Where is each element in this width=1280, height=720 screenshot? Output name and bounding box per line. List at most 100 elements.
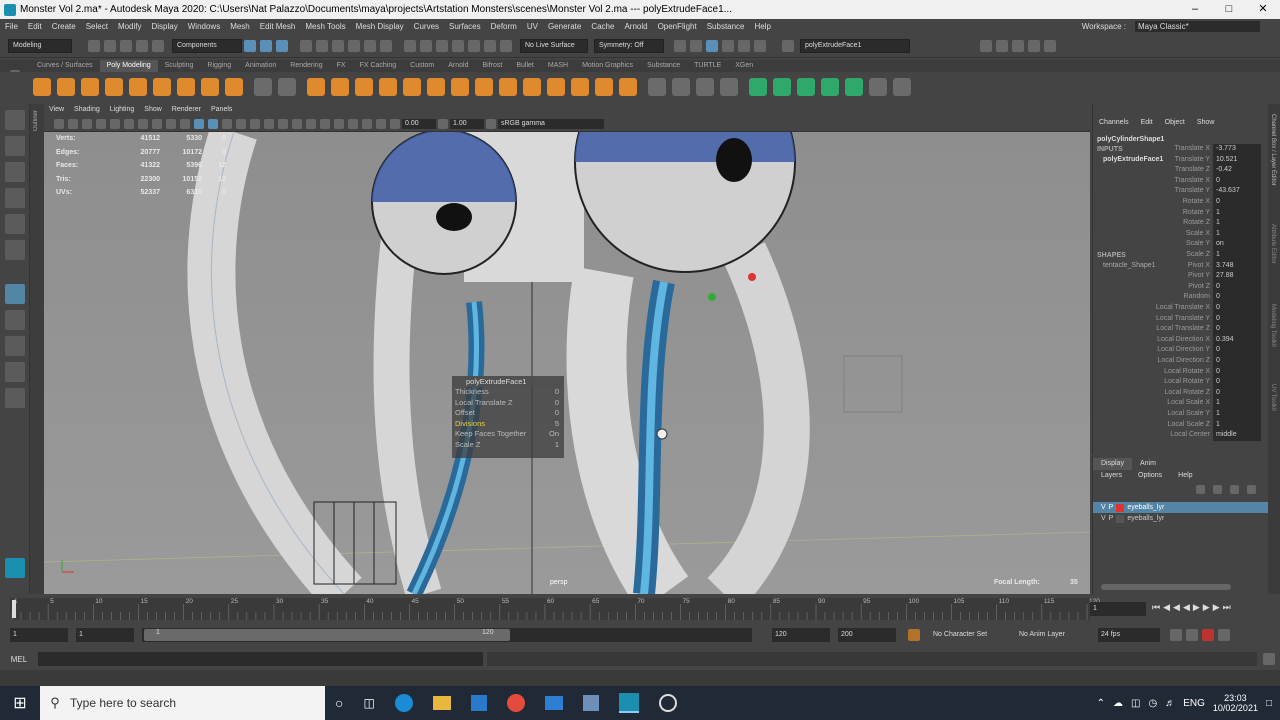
rotate-tool-icon[interactable] <box>5 214 25 234</box>
mail-icon[interactable] <box>544 696 563 710</box>
snap-point-icon[interactable] <box>332 39 344 52</box>
gear-icon[interactable] <box>996 39 1008 52</box>
channel-value[interactable]: -0.42 <box>1213 165 1261 176</box>
step-forward-frame-icon[interactable]: ▶ <box>1203 602 1210 613</box>
task-view-icon[interactable]: ◫ <box>363 696 374 710</box>
color-management-icon[interactable] <box>486 118 496 129</box>
move-layer-down-icon[interactable] <box>1213 484 1222 494</box>
channel-box-toggle-icon[interactable] <box>706 39 718 52</box>
windows-start-icon[interactable]: ⊞ <box>0 693 40 713</box>
lock-icon[interactable] <box>380 39 392 52</box>
new-layer-selected-icon[interactable] <box>1247 484 1256 494</box>
merge-icon[interactable] <box>571 78 589 96</box>
minimize-button[interactable]: – <box>1178 0 1212 19</box>
undo-icon[interactable] <box>136 39 148 52</box>
range-slider[interactable]: 1 120 <box>142 628 752 642</box>
tray-language[interactable]: ENG <box>1183 698 1205 709</box>
manipulator-center-handle[interactable] <box>656 428 668 440</box>
ambient-occlusion-icon[interactable] <box>278 118 288 129</box>
lights-icon[interactable] <box>250 118 260 129</box>
channel-value[interactable]: 0 <box>1213 387 1261 399</box>
sew-uv-icon[interactable] <box>893 78 911 96</box>
cut-uv-icon[interactable] <box>869 78 887 96</box>
attr-value[interactable]: On <box>549 429 559 440</box>
current-time-indicator[interactable] <box>12 600 16 618</box>
isolate-select-icon[interactable] <box>334 118 344 129</box>
channel-row[interactable]: Pivot Z0 <box>1093 281 1269 293</box>
paint-select-tool-icon[interactable] <box>5 162 25 182</box>
channel-value[interactable]: 1 <box>1213 207 1261 219</box>
layer-menu-options[interactable]: Options <box>1130 470 1170 482</box>
shelf-tab-curves-surfaces[interactable]: Curves / Surfaces <box>30 60 100 72</box>
channel-row[interactable]: Rotate Y1 <box>1093 207 1269 219</box>
ipr-render-icon[interactable] <box>484 39 496 52</box>
mirror-icon[interactable] <box>355 78 373 96</box>
live-surface-field[interactable]: No Live Surface <box>520 38 588 53</box>
xray-icon[interactable] <box>348 118 358 129</box>
channel-value[interactable]: 0 <box>1213 175 1261 187</box>
quadrangulate-icon[interactable] <box>619 78 637 96</box>
smooth-shade-icon[interactable] <box>208 118 218 129</box>
menu-cache[interactable]: Cache <box>586 22 619 31</box>
redo-icon[interactable] <box>152 39 164 52</box>
resolution-gate-icon[interactable] <box>138 118 148 129</box>
grid-icon[interactable] <box>110 118 120 129</box>
anti-alias-icon[interactable] <box>306 118 316 129</box>
shelf-tab-substance[interactable]: Substance <box>640 60 687 72</box>
shelf-tab-arnold[interactable]: Arnold <box>441 60 475 72</box>
bridge-icon[interactable] <box>475 78 493 96</box>
channel-value[interactable]: 0 <box>1213 324 1261 335</box>
step-back-key-icon[interactable]: ◀ <box>1163 602 1170 613</box>
shelf-tab-xgen[interactable]: XGen <box>728 60 760 72</box>
menu-edit[interactable]: Edit <box>23 22 47 31</box>
film-gate-icon[interactable] <box>124 118 134 129</box>
menu-surfaces[interactable]: Surfaces <box>444 22 486 31</box>
attr-value[interactable]: 0 <box>555 398 559 409</box>
channel-row[interactable]: Rotate Z1 <box>1093 218 1269 229</box>
camera-attributes-icon[interactable] <box>68 118 78 129</box>
motion-blur-icon[interactable] <box>292 118 302 129</box>
exposure-field[interactable]: 0.00 <box>402 118 436 129</box>
shelf-tab-motion-graphics[interactable]: Motion Graphics <box>575 60 640 72</box>
channel-value[interactable]: 1 <box>1213 250 1261 261</box>
channel-value[interactable]: -43.637 <box>1213 186 1261 197</box>
menu-mesh-display[interactable]: Mesh Display <box>351 22 409 31</box>
viewport-menu-lighting[interactable]: Lighting <box>105 104 140 116</box>
channel-value[interactable]: 0 <box>1213 197 1261 208</box>
scale-tool-icon[interactable] <box>5 240 25 260</box>
textured-icon[interactable] <box>236 118 246 129</box>
channel-value[interactable]: -3.773 <box>1213 144 1261 155</box>
uv-cylindrical-icon[interactable] <box>773 78 791 96</box>
channel-row[interactable]: Scale X1 <box>1093 228 1269 240</box>
channel-value[interactable]: 0 <box>1213 303 1261 314</box>
menu-openflight[interactable]: OpenFlight <box>653 22 702 31</box>
shelf-tab-sculpting[interactable]: Sculpting <box>158 60 201 72</box>
retopologize-icon[interactable] <box>427 78 445 96</box>
channel-value[interactable]: 1 <box>1213 419 1261 431</box>
menu-uv[interactable]: UV <box>522 22 543 31</box>
channel-row[interactable]: Local Direction Z0 <box>1093 356 1269 367</box>
command-language-toggle[interactable]: MEL <box>0 655 38 664</box>
poly-cube-icon[interactable] <box>57 78 75 96</box>
side-tab-channel-box[interactable]: Channel Box / Layer Editor <box>1270 114 1276 214</box>
channel-box-menu-edit[interactable]: Edit <box>1135 119 1159 126</box>
uv-automatic-icon[interactable] <box>821 78 839 96</box>
channel-value[interactable]: 1 <box>1213 228 1261 240</box>
triangulate-icon[interactable] <box>595 78 613 96</box>
layer-menu-layers[interactable]: Layers <box>1093 470 1130 482</box>
menu-edit-mesh[interactable]: Edit Mesh <box>255 22 301 31</box>
separate-icon[interactable] <box>278 78 296 96</box>
channel-row[interactable]: Local Translate X0 <box>1093 303 1269 314</box>
output-ops-icon[interactable] <box>436 39 448 52</box>
append-polygon-icon[interactable] <box>547 78 565 96</box>
channel-box-menu-channels[interactable]: Channels <box>1093 119 1135 126</box>
file-explorer-icon[interactable] <box>432 696 451 710</box>
tray-volume-icon[interactable]: ♬ <box>1165 698 1175 709</box>
depth-of-field-icon[interactable] <box>320 118 330 129</box>
new-empty-layer-icon[interactable] <box>1230 484 1239 494</box>
uv-editor-icon[interactable] <box>845 78 863 96</box>
cortana-icon[interactable]: ○ <box>335 695 343 711</box>
menu-display[interactable]: Display <box>147 22 183 31</box>
select-tool-icon[interactable] <box>5 110 25 130</box>
new-scene-icon[interactable] <box>88 39 100 52</box>
